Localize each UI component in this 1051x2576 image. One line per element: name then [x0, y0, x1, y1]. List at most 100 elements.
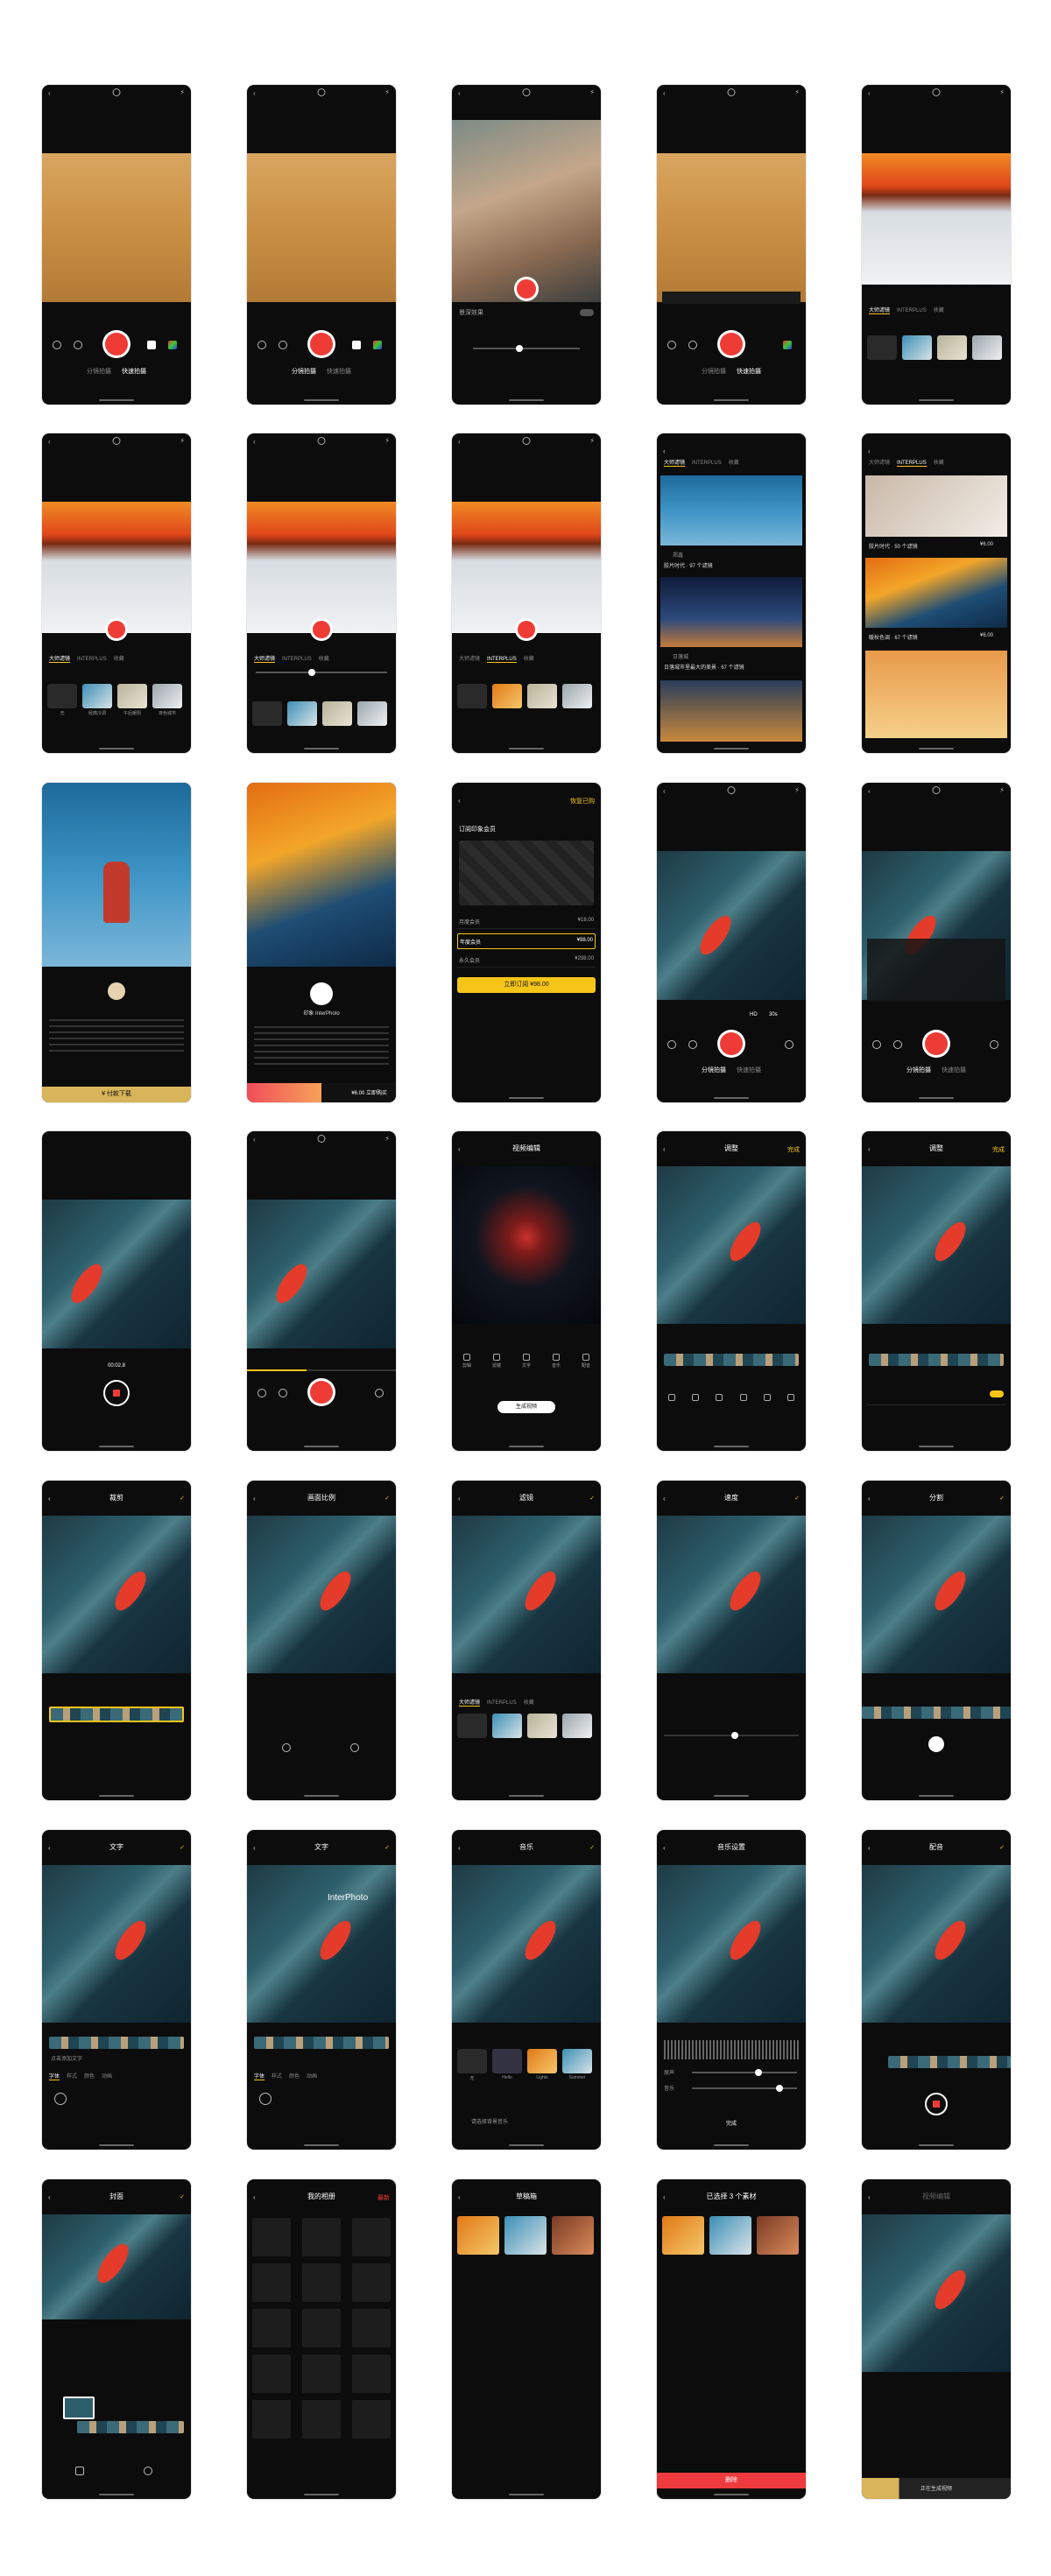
gallery-icon[interactable]	[783, 341, 792, 349]
store-card-image[interactable]	[660, 475, 802, 545]
tab-quick[interactable]: 快速拍摄	[122, 369, 146, 375]
flip-camera-icon[interactable]	[112, 88, 121, 96]
record-button[interactable]	[720, 1032, 743, 1055]
flip-camera-icon[interactable]	[317, 88, 326, 96]
tab-master-filter[interactable]: 大师滤镜	[664, 461, 686, 467]
add-icon[interactable]	[990, 1040, 998, 1049]
tab-storyboard[interactable]: 分镜拍摄	[906, 1067, 931, 1073]
tab-interplus[interactable]: INTERPLUS	[77, 657, 107, 662]
ratio-icon[interactable]	[352, 341, 361, 349]
tab-interplus[interactable]: INTERPLUS	[692, 461, 722, 466]
tool-voice[interactable]: 配音	[576, 1354, 596, 1369]
back-icon[interactable]: ‹	[458, 797, 461, 805]
tab-master-filter[interactable]: 大师滤镜	[869, 461, 890, 466]
tab-storyboard[interactable]: 分镜拍摄	[702, 1067, 726, 1073]
timeline-strip[interactable]	[869, 1354, 1004, 1366]
timeline-strip[interactable]	[77, 2421, 184, 2433]
back-icon[interactable]: ‹	[868, 1844, 871, 1852]
gallery-tag[interactable]: 最新	[377, 2193, 390, 2202]
store-card-image[interactable]	[865, 651, 1007, 738]
delete-button[interactable]: 删除	[657, 2473, 806, 2488]
music-volume-slider[interactable]	[692, 2085, 797, 2092]
back-icon[interactable]: ‹	[663, 1145, 666, 1153]
back-icon[interactable]: ‹	[868, 89, 871, 97]
filter-thumb[interactable]	[152, 684, 182, 708]
filter-thumb[interactable]	[82, 684, 112, 708]
back-icon[interactable]: ‹	[253, 1495, 256, 1503]
gallery-icon[interactable]	[168, 341, 177, 349]
done-button[interactable]: 完成	[657, 2119, 806, 2127]
filter-thumb[interactable]	[287, 701, 317, 726]
filter-icon[interactable]	[53, 341, 61, 349]
gallery-cell[interactable]	[352, 2263, 391, 2302]
add-icon[interactable]	[375, 1389, 384, 1397]
confirm-icon[interactable]: ✓	[589, 1844, 595, 1851]
flash-icon[interactable]: ⚡	[794, 88, 800, 96]
back-icon[interactable]: ‹	[663, 1844, 666, 1852]
tab-master-filter[interactable]: 大师滤镜	[869, 308, 891, 314]
confirm-icon[interactable]: ✓	[180, 2193, 185, 2200]
flip-camera-icon[interactable]	[317, 437, 326, 445]
add-icon[interactable]	[54, 2093, 67, 2105]
beauty-icon[interactable]	[688, 1040, 697, 1049]
flash-icon[interactable]: ⚡	[999, 786, 1005, 794]
filter-icon[interactable]	[667, 341, 676, 349]
tab-quick[interactable]: 快速拍摄	[942, 1067, 966, 1073]
tool-item[interactable]	[709, 1394, 729, 1403]
tool-cut[interactable]: 剪辑	[457, 1354, 476, 1369]
back-icon[interactable]: ‹	[868, 1495, 871, 1503]
back-icon[interactable]: ‹	[48, 2193, 51, 2201]
flash-icon[interactable]: ⚡	[180, 437, 185, 445]
tab-interplus[interactable]: INTERPLUS	[897, 461, 927, 467]
music-thumb[interactable]	[492, 2049, 522, 2073]
beauty-icon[interactable]	[893, 1040, 902, 1049]
tab-master-filter[interactable]: 大师滤镜	[254, 657, 276, 663]
filter-icon[interactable]	[257, 1389, 266, 1397]
back-icon[interactable]: ‹	[458, 438, 461, 446]
flip-camera-icon[interactable]	[727, 88, 736, 96]
confirm-icon[interactable]: ✓	[180, 1844, 185, 1851]
tab-animation[interactable]: 动画	[102, 2074, 112, 2080]
filter-icon[interactable]	[257, 341, 266, 349]
draft-thumb[interactable]	[457, 2216, 499, 2255]
tab-interplus[interactable]: INTERPLUS	[487, 657, 517, 663]
gallery-cell[interactable]	[252, 2400, 291, 2439]
tab-favorites[interactable]: 收藏	[934, 461, 944, 466]
tab-color[interactable]: 颜色	[289, 2074, 300, 2080]
back-icon[interactable]: ‹	[253, 1136, 256, 1144]
back-icon[interactable]: ‹	[868, 1145, 871, 1153]
store-card-image[interactable]	[865, 558, 1007, 628]
gallery-cell[interactable]	[252, 2309, 291, 2347]
back-icon[interactable]: ‹	[253, 89, 256, 97]
gallery-cell[interactable]	[302, 2400, 341, 2439]
watermark-text[interactable]: InterPhoto	[328, 1893, 368, 1903]
confirm-icon[interactable]: ✓	[794, 1495, 800, 1502]
tab-quick[interactable]: 快速拍摄	[327, 369, 351, 375]
flash-icon[interactable]: ⚡	[384, 1135, 390, 1143]
flip-camera-icon[interactable]	[932, 786, 941, 794]
blur-slider[interactable]	[473, 345, 580, 352]
filter-thumb[interactable]	[902, 335, 932, 360]
filter-thumb[interactable]	[527, 1714, 557, 1738]
slider-knob[interactable]	[755, 2069, 762, 2076]
split-button[interactable]	[928, 1736, 944, 1752]
draft-thumb[interactable]	[757, 2216, 799, 2255]
filter-none[interactable]	[252, 701, 282, 726]
filter-thumb[interactable]	[492, 1714, 522, 1738]
flip-camera-icon[interactable]	[522, 88, 531, 96]
tab-interplus[interactable]: INTERPLUS	[487, 1700, 517, 1706]
back-icon[interactable]: ‹	[48, 1844, 51, 1852]
filter-icon[interactable]	[667, 1040, 676, 1049]
filter-icon[interactable]	[872, 1040, 881, 1049]
audio-waveform[interactable]	[664, 2040, 799, 2059]
tab-font[interactable]: 字体	[254, 2074, 265, 2080]
subscribe-button[interactable]: 立即订阅 ¥98.00	[457, 977, 596, 993]
option-toggle[interactable]	[990, 1390, 1004, 1397]
filter-thumb[interactable]	[527, 684, 557, 708]
tab-quick[interactable]: 快速拍摄	[737, 369, 761, 375]
filter-thumb[interactable]	[117, 684, 147, 708]
flip-camera-icon[interactable]	[112, 437, 121, 445]
gallery-cell[interactable]	[252, 2263, 291, 2302]
tab-interplus[interactable]: INTERPLUS	[897, 308, 927, 313]
flash-icon[interactable]: ⚡	[999, 88, 1005, 96]
